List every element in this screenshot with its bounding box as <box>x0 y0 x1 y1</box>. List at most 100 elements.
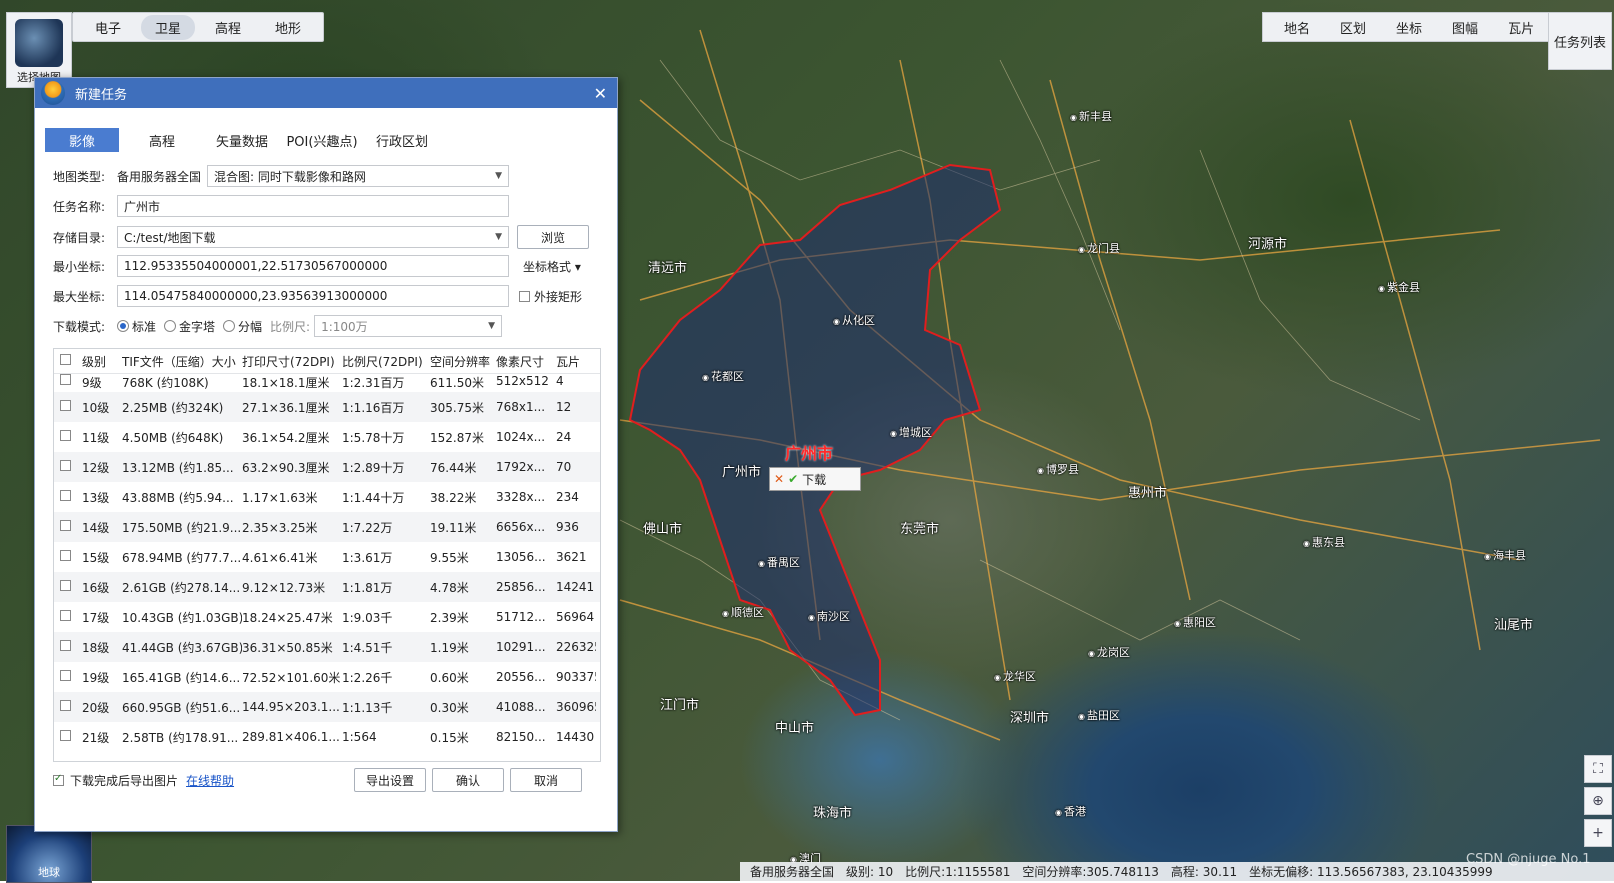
tab-coordinates[interactable]: 坐标 <box>1381 15 1437 40</box>
cell-size: 4.50MB (约648K) <box>122 430 224 445</box>
tab-imagery[interactable]: 影像 <box>45 128 119 152</box>
tab-place-names[interactable]: 地名 <box>1269 15 1325 40</box>
mode-sheet-radio[interactable]: 分幅 <box>223 318 262 335</box>
export-settings-button[interactable]: 导出设置 <box>354 768 427 792</box>
table-row[interactable]: 17级 10.43GB (约1.03GB) 18.24×25.47米 1:9.03千 2… <box>54 602 600 632</box>
map-type-select[interactable]: 混合图: 同时下载影像和路网 ▼ <box>207 165 509 187</box>
tab-terrain[interactable]: 地形 <box>261 15 315 40</box>
map-label-dongguan: 东莞市 <box>900 522 940 537</box>
cell-level: 21级 <box>82 730 110 745</box>
overlay-tabs: 地名 区划 坐标 图幅 瓦片 <box>1262 12 1557 42</box>
browse-button[interactable]: 浏览 <box>517 225 589 249</box>
cell-pixels: 10291... <box>496 640 546 654</box>
row-checkbox[interactable] <box>60 670 71 681</box>
cell-print: 36.31×50.85米 <box>242 640 333 655</box>
select-all-checkbox[interactable] <box>60 354 71 365</box>
row-checkbox[interactable] <box>60 490 71 501</box>
fullscreen-icon[interactable]: ⛶ <box>1584 755 1612 783</box>
dialog-titlebar[interactable]: 新建任务 ✕ <box>35 78 617 108</box>
cell-scale: 1:2.26千 <box>342 670 393 685</box>
table-row[interactable]: 15级 678.94MB (约77.7... 4.61×6.41米 1:3.61万 9.… <box>54 542 600 572</box>
online-help-link[interactable]: 在线帮助 <box>186 772 234 789</box>
globe-view-button[interactable]: 地球 <box>6 825 92 883</box>
cell-tiles: 12 <box>556 400 572 414</box>
table-row[interactable]: 12级 13.12MB (约1.85... 63.2×90.3厘米 1:2.89十万 7… <box>54 452 600 482</box>
tab-vector[interactable]: 矢量数据 <box>205 128 279 152</box>
cell-level: 13级 <box>82 490 110 505</box>
radio-dot[interactable] <box>223 320 236 332</box>
cell-print: 2.35×3.25米 <box>242 520 318 535</box>
close-icon[interactable]: ✕ <box>594 84 607 103</box>
cell-level: 15级 <box>82 550 110 565</box>
scale-select[interactable]: 1:100万 ▼ <box>314 315 503 337</box>
radio-dot[interactable] <box>164 320 177 332</box>
row-checkbox[interactable] <box>60 520 71 531</box>
mode-pyramid-radio[interactable]: 金字塔 <box>164 318 215 335</box>
cell-size: 2.25MB (约324K) <box>122 400 224 415</box>
cell-pixels: 3328x... <box>496 490 546 504</box>
row-checkbox[interactable] <box>60 550 71 561</box>
tab-tiles[interactable]: 瓦片 <box>1493 15 1549 40</box>
row-checkbox[interactable] <box>60 430 71 441</box>
table-row[interactable]: 13级 43.88MB (约5.94... 1.17×1.63米 1:1.44十万 38… <box>54 482 600 512</box>
download-mode-row: 下载模式: 标准 金字塔 分幅 比例尺: 1:100万 ▼ <box>53 315 503 337</box>
mode-standard-radio[interactable]: 标准 <box>117 318 156 335</box>
map-label-shenzhen: 深圳市 <box>1010 711 1050 726</box>
cell-level: 18级 <box>82 640 110 655</box>
table-row[interactable]: 14级 175.50MB (约21.9... 2.35×3.25米 1:7.22万 19… <box>54 512 600 542</box>
tab-map-sheets[interactable]: 图幅 <box>1437 15 1493 40</box>
task-name-input[interactable]: 广州市 <box>117 195 509 217</box>
table-row[interactable]: 20级 660.95GB (约51.6... 144.95×203.1... 1:1.… <box>54 692 600 722</box>
radio-dot[interactable] <box>117 320 129 332</box>
col-level: 级别 <box>82 354 107 369</box>
tab-admin[interactable]: 行政区划 <box>365 128 439 152</box>
tab-satellite[interactable]: 卫星 <box>141 14 196 40</box>
confirm-button[interactable]: 确认 <box>432 768 505 792</box>
row-checkbox[interactable] <box>60 580 71 591</box>
map-thumbnail-icon <box>15 19 63 67</box>
status-resolution-label: 空间分辨率: <box>1022 865 1087 879</box>
status-level-label: 级别: <box>846 865 875 879</box>
cell-print: 18.1×18.1厘米 <box>242 376 330 390</box>
export-image-checkbox[interactable] <box>53 773 64 786</box>
row-checkbox[interactable] <box>60 374 71 385</box>
zoom-in-icon[interactable]: + <box>1584 819 1612 847</box>
table-row[interactable]: 10级 2.25MB (约324K) 27.1×36.1厘米 1:1.16百万 305.… <box>54 392 600 422</box>
close-x-icon[interactable]: ✕ <box>774 472 784 486</box>
table-row[interactable]: 21级 2.58TB (约178.91... 289.81×406.1... 1:56… <box>54 722 600 752</box>
bounding-rect-checkbox[interactable]: 外接矩形 <box>519 288 582 305</box>
tab-electronic[interactable]: 电子 <box>81 15 135 40</box>
max-coord-input[interactable]: 114.05475840000000,23.93563913000000 <box>117 285 509 307</box>
task-list-button[interactable]: 任务列表 <box>1548 12 1612 70</box>
status-elevation: 30.11 <box>1202 865 1238 879</box>
min-coord-input[interactable]: 112.95335504000001,22.51730567000000 <box>117 255 509 277</box>
row-checkbox[interactable] <box>60 730 71 741</box>
tab-poi[interactable]: POI(兴趣点) <box>285 128 359 152</box>
row-checkbox[interactable] <box>60 700 71 711</box>
cell-resolution: 611.50米 <box>430 376 484 390</box>
cell-resolution: 305.75米 <box>430 400 484 415</box>
tab-elevation[interactable]: 高程 <box>201 15 255 40</box>
row-checkbox[interactable] <box>60 460 71 471</box>
table-row[interactable]: 18级 41.44GB (约3.67GB) 36.31×50.85米 1:4.51千 1… <box>54 632 600 662</box>
popup-download-label[interactable]: 下载 <box>802 471 826 488</box>
map-label-zhongshan: 中山市 <box>775 721 815 736</box>
check-icon[interactable]: ✔ <box>788 472 798 486</box>
tab-dem[interactable]: 高程 <box>125 128 199 152</box>
cancel-button[interactable]: 取消 <box>510 768 583 792</box>
table-row[interactable]: 9级 768K (约108K) 18.1×18.1厘米 1:2.31百万 611.50米… <box>54 374 600 392</box>
task-name-label: 任务名称: <box>53 199 106 214</box>
table-row[interactable]: 16级 2.61GB (约278.14... 9.12×12.73米 1:1.81万 4… <box>54 572 600 602</box>
row-checkbox[interactable] <box>60 610 71 621</box>
locate-icon[interactable]: ⊕ <box>1584 787 1612 815</box>
row-checkbox[interactable] <box>60 640 71 651</box>
cell-pixels: 25856... <box>496 580 546 594</box>
row-checkbox[interactable] <box>60 400 71 411</box>
cell-tiles: 14241 <box>556 580 595 594</box>
checkbox-box[interactable] <box>519 290 530 302</box>
storage-select[interactable]: C:/test/地图下载 ▼ <box>117 226 509 248</box>
tab-divisions[interactable]: 区划 <box>1325 15 1381 40</box>
table-row[interactable]: 19级 165.41GB (约14.6... 72.52×101.60米 1:2.26… <box>54 662 600 692</box>
table-row[interactable]: 11级 4.50MB (约648K) 36.1×54.2厘米 1:5.78十万 152.… <box>54 422 600 452</box>
coord-format-dropdown[interactable]: 坐标格式 ▾ <box>523 258 581 275</box>
